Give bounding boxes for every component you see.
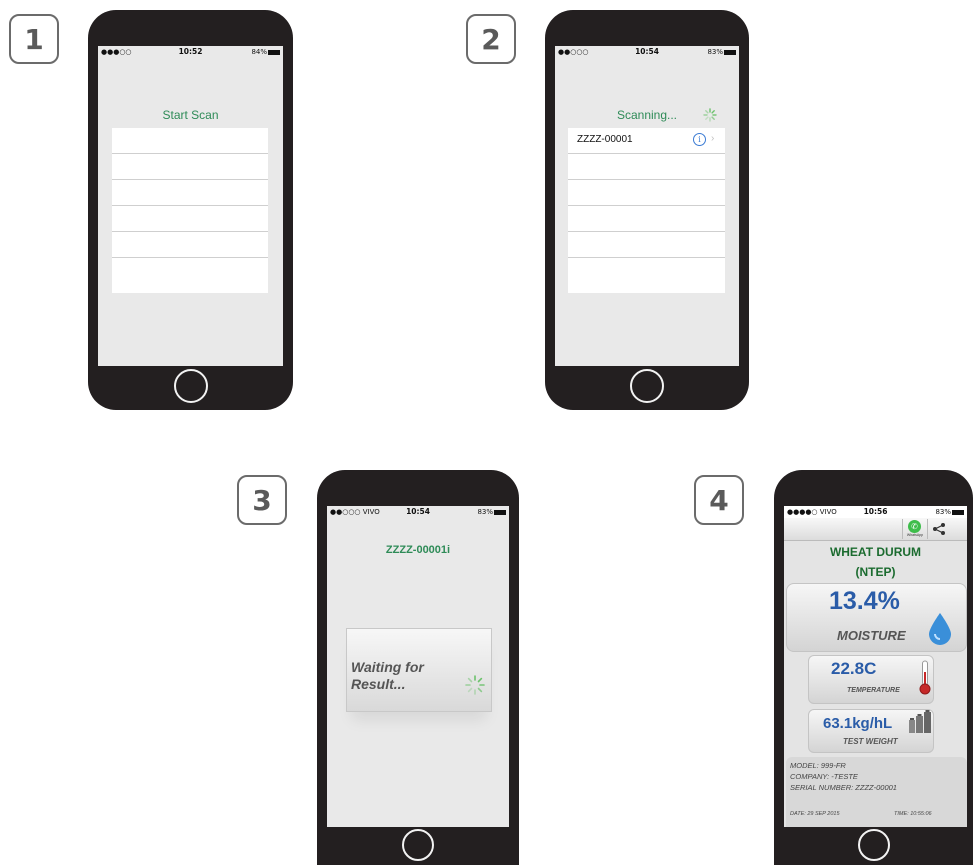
moisture-label: MOISTURE [837, 628, 906, 643]
list-item[interactable] [568, 154, 725, 180]
whatsapp-label: WhatsApp [906, 533, 924, 537]
phone-4: ●●●●○ VIVO 10:56 83% ✆ WhatsApp WHEAT DU… [774, 470, 973, 865]
device-list: ZZZZ-00001 i › [568, 128, 725, 293]
spinner-icon [465, 675, 485, 695]
status-bar: ●●●●○ VIVO 10:56 83% [784, 506, 967, 518]
status-bar: ●●●○○ 10:52 84% [98, 46, 283, 58]
list-item[interactable] [112, 232, 268, 258]
battery-indicator: 84% [251, 48, 280, 56]
battery-indicator: 83% [935, 508, 964, 516]
device-name: ZZZZ-00001 [577, 134, 633, 145]
status-bar: ●●○○○ 10:54 83% [555, 46, 739, 58]
share-icon [933, 523, 945, 535]
device-row[interactable]: ZZZZ-00001 i › [568, 128, 725, 154]
list-item[interactable] [568, 180, 725, 206]
product-name: WHEAT DURUM [829, 545, 922, 559]
home-button[interactable] [857, 829, 890, 861]
company-text: COMPANY: -TESTE [790, 772, 858, 781]
step-3-badge: 3 [237, 475, 287, 525]
start-scan-button[interactable]: Start Scan [98, 108, 283, 122]
test-weight-card: 63.1kg/hL TEST WEIGHT [808, 709, 934, 753]
battery-indicator: 83% [707, 48, 736, 56]
list-item[interactable] [112, 128, 268, 154]
step-2-badge: 2 [466, 14, 516, 64]
phone-1-screen: ●●●○○ 10:52 84% Start Scan [98, 46, 283, 366]
home-button[interactable] [173, 369, 208, 403]
share-button[interactable] [927, 519, 948, 539]
home-button[interactable] [630, 369, 664, 403]
test-weight-value: 63.1kg/hL [823, 715, 893, 732]
step-4-badge: 4 [694, 475, 744, 525]
step-1-badge: 1 [9, 14, 59, 64]
product-standard: (NTEP) [855, 565, 896, 579]
list-item[interactable] [112, 206, 268, 232]
list-item[interactable] [112, 258, 268, 293]
battery-icon [724, 49, 736, 55]
moisture-card: 13.4% MOISTURE [786, 583, 967, 652]
time-text: TIME: 10:55:06 [894, 811, 932, 817]
battery-icon [494, 509, 506, 515]
info-icon[interactable]: i [693, 133, 706, 146]
spinner-icon [703, 108, 717, 122]
list-item[interactable] [112, 154, 268, 180]
chevron-right-icon: › [711, 133, 715, 144]
home-button[interactable] [402, 829, 434, 861]
device-title: ZZZZ-00001i [385, 544, 451, 556]
phone-4-screen: ●●●●○ VIVO 10:56 83% ✆ WhatsApp WHEAT DU… [784, 506, 967, 827]
water-drop-icon [929, 613, 951, 645]
phone-3: ●●○○○ VIVO 10:54 83% ZZZZ-00001i Waiting… [317, 470, 519, 865]
device-list [112, 128, 268, 293]
device-info-panel: MODEL: 999-FR COMPANY: -TESTE SERIAL NUM… [786, 757, 967, 827]
waiting-text: Waiting for Result... [351, 659, 424, 692]
model-text: MODEL: 999-FR [790, 761, 846, 770]
list-item[interactable] [568, 206, 725, 232]
test-weight-label: TEST WEIGHT [843, 737, 898, 746]
list-item[interactable] [568, 258, 725, 293]
list-item[interactable] [112, 180, 268, 206]
temperature-value: 22.8C [831, 659, 877, 678]
phone-2-screen: ●●○○○ 10:54 83% Scanning... ZZZZ-00001 i… [555, 46, 739, 366]
phone-1: ●●●○○ 10:52 84% Start Scan [88, 10, 293, 410]
weights-icon [909, 710, 931, 733]
status-bar: ●●○○○ VIVO 10:54 83% [327, 506, 509, 518]
moisture-value: 13.4% [829, 587, 900, 615]
battery-indicator: 83% [477, 508, 506, 516]
thermometer-icon [919, 660, 931, 695]
battery-icon [952, 509, 964, 515]
whatsapp-button[interactable]: ✆ WhatsApp [902, 519, 927, 539]
date-text: DATE: 29 SEP 2015 [790, 811, 840, 817]
phone-2: ●●○○○ 10:54 83% Scanning... ZZZZ-00001 i… [545, 10, 749, 410]
temperature-label: TEMPERATURE [847, 687, 900, 694]
serial-number-text: SERIAL NUMBER: ZZZZ-00001 [790, 783, 897, 792]
toolbar: ✆ WhatsApp [784, 518, 967, 541]
whatsapp-icon: ✆ [908, 520, 921, 533]
battery-icon [268, 49, 280, 55]
list-item[interactable] [568, 232, 725, 258]
waiting-panel: Waiting for Result... [346, 628, 492, 712]
phone-3-screen: ●●○○○ VIVO 10:54 83% ZZZZ-00001i Waiting… [327, 506, 509, 827]
temperature-card: 22.8C TEMPERATURE [808, 655, 934, 704]
